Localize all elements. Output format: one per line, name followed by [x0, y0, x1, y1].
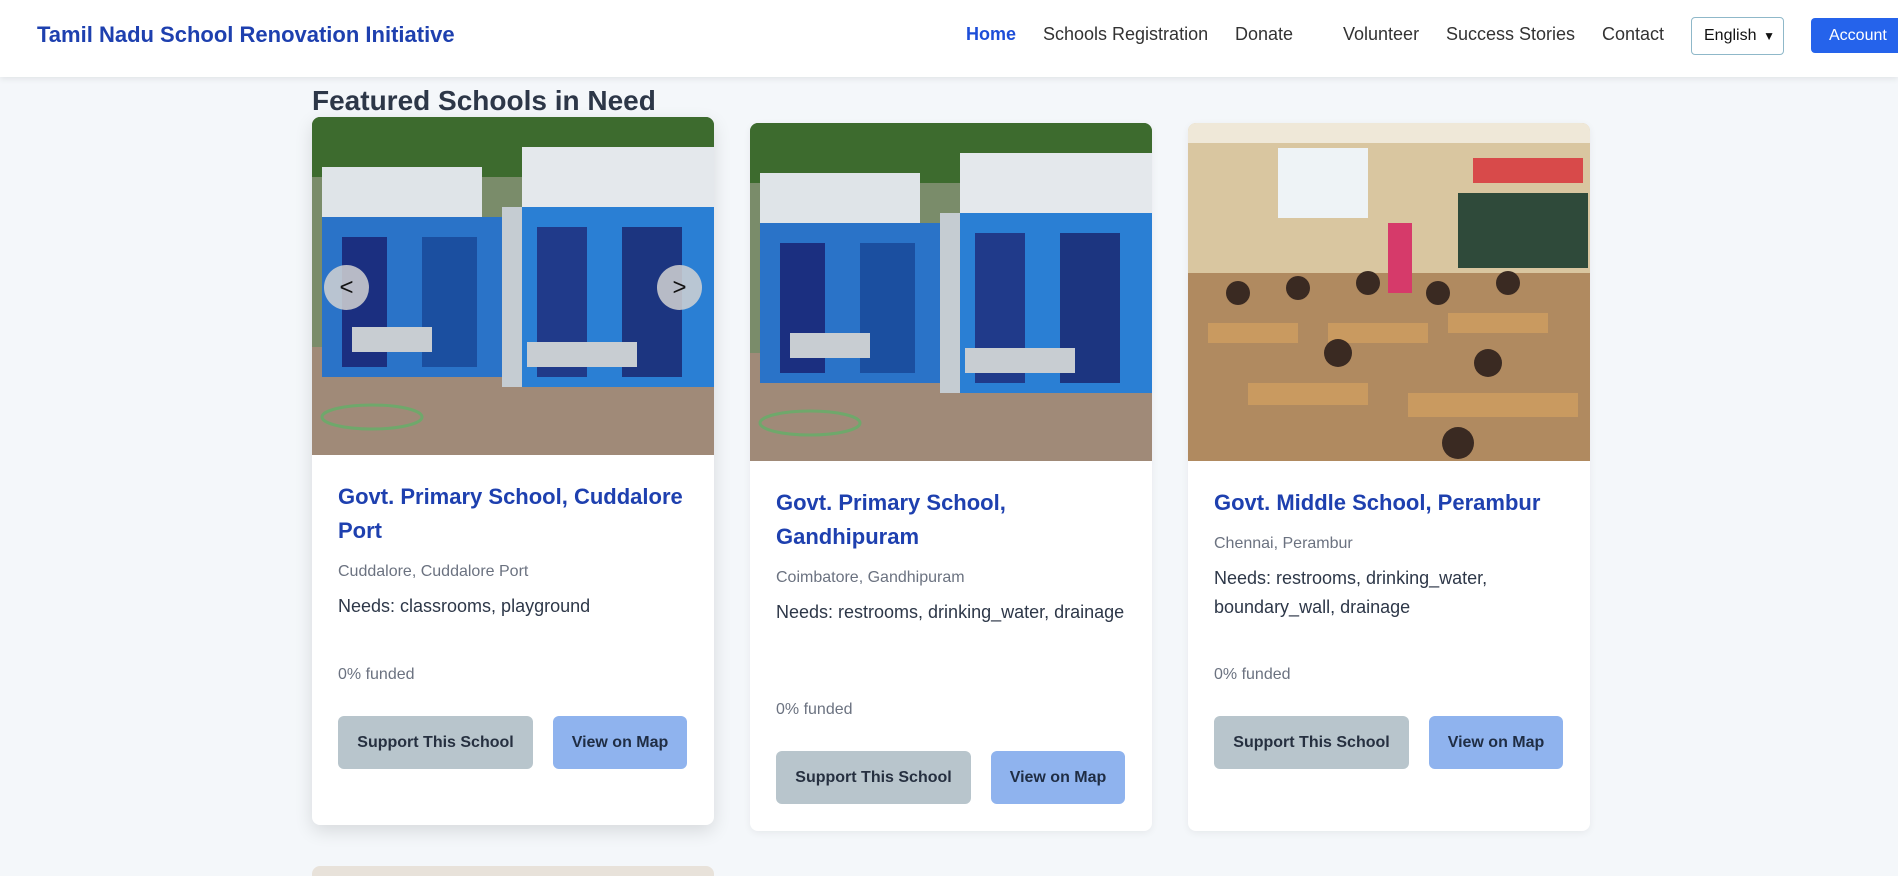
school-needs: Needs: restrooms, drinking_water, bounda…: [1214, 568, 1488, 617]
funded-status: 0% funded: [776, 701, 853, 718]
view-on-map-button[interactable]: View on Map: [991, 751, 1125, 804]
school-title[interactable]: Govt. Middle School, Perambur: [1214, 486, 1564, 520]
school-card: Govt. Middle School, Perambur Chennai, P…: [1188, 123, 1590, 831]
nav-donate[interactable]: Donate: [1235, 24, 1293, 45]
chevron-down-icon: ▼: [1763, 29, 1775, 43]
school-card: Govt. Primary School, Gandhipuram Coimba…: [750, 123, 1152, 831]
school-location: Cuddalore, Cuddalore Port: [338, 563, 529, 580]
school-location: Chennai, Perambur: [1214, 535, 1353, 552]
account-button[interactable]: Account: [1811, 18, 1898, 53]
carousel-prev-button[interactable]: <: [324, 265, 369, 310]
school-card: < > Govt. Primary School, Cuddalore Port…: [312, 117, 714, 825]
nav-volunteer[interactable]: Volunteer: [1343, 24, 1419, 45]
school-needs: Needs: restrooms, drinking_water, draina…: [776, 602, 1125, 622]
nav-schools-registration[interactable]: Schools Registration: [1043, 24, 1208, 45]
language-select-value: English: [1704, 27, 1757, 44]
school-card-partial: [312, 866, 714, 876]
carousel-next-button[interactable]: >: [657, 265, 702, 310]
site-header: Tamil Nadu School Renovation Initiative …: [0, 0, 1898, 77]
view-on-map-button[interactable]: View on Map: [553, 716, 687, 769]
school-location: Coimbatore, Gandhipuram: [776, 569, 965, 586]
view-on-map-button[interactable]: View on Map: [1429, 716, 1563, 769]
support-school-button[interactable]: Support This School: [338, 716, 533, 769]
funded-status: 0% funded: [338, 666, 415, 683]
school-image: < >: [312, 117, 714, 455]
school-image: [1188, 123, 1590, 461]
funded-status: 0% funded: [1214, 666, 1291, 683]
support-school-button[interactable]: Support This School: [776, 751, 971, 804]
school-title[interactable]: Govt. Primary School, Cuddalore Port: [338, 480, 688, 548]
support-school-button[interactable]: Support This School: [1214, 716, 1409, 769]
nav-success-stories[interactable]: Success Stories: [1446, 24, 1575, 45]
section-title: Featured Schools in Need: [312, 85, 656, 116]
school-image: [750, 123, 1152, 461]
school-needs: Needs: classrooms, playground: [338, 596, 591, 616]
nav-contact[interactable]: Contact: [1602, 24, 1664, 45]
site-brand[interactable]: Tamil Nadu School Renovation Initiative: [37, 22, 455, 48]
school-title[interactable]: Govt. Primary School, Gandhipuram: [776, 486, 1126, 554]
nav-home[interactable]: Home: [966, 24, 1016, 45]
language-select[interactable]: English ▼: [1691, 17, 1784, 55]
